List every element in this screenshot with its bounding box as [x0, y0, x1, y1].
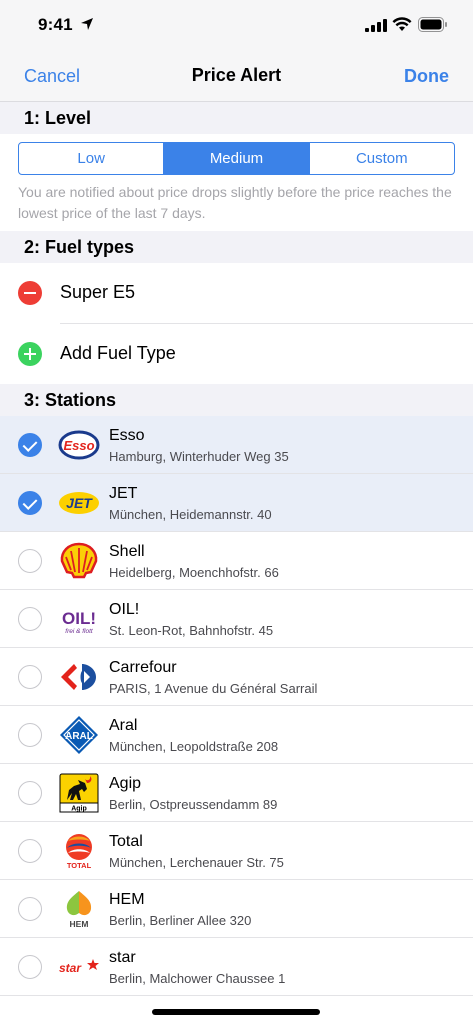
checkmark-circle-icon[interactable]	[18, 491, 42, 515]
fuel-type-row[interactable]: Super E5	[0, 263, 473, 323]
unchecked-circle-icon[interactable]	[18, 549, 42, 573]
station-row[interactable]: TOTAL Total München, Lerchenauer Str. 75	[0, 822, 473, 880]
star-logo-text: star	[59, 961, 82, 975]
station-address: Berlin, Ostpreussendamm 89	[109, 797, 278, 812]
station-row[interactable]: OIL! frei & flott OIL! St. Leon-Rot, Bah…	[0, 590, 473, 648]
level-description: You are notified about price drops sligh…	[18, 184, 452, 221]
location-arrow-icon	[81, 18, 93, 30]
unchecked-circle-icon[interactable]	[18, 781, 42, 805]
jet-logo-text: JET	[66, 495, 93, 511]
cellular-signal-icon	[365, 19, 387, 32]
esso-logo: Esso	[58, 430, 100, 460]
add-circle-icon[interactable]	[18, 342, 42, 366]
unchecked-circle-icon[interactable]	[18, 955, 42, 979]
add-fuel-type-label: Add Fuel Type	[60, 343, 176, 363]
unchecked-circle-icon[interactable]	[18, 897, 42, 921]
agip-logo: Agip	[59, 773, 99, 813]
station-row[interactable]: star star Berlin, Malchower Chaussee 1	[0, 938, 473, 996]
station-row[interactable]: Agip Agip Berlin, Ostpreussendamm 89	[0, 764, 473, 822]
station-address: PARIS, 1 Avenue du Général Sarrail	[109, 681, 318, 696]
station-name: Esso	[109, 427, 145, 444]
station-name: Total	[109, 833, 143, 850]
station-row[interactable]: ARAL Aral München, Leopoldstraße 208	[0, 706, 473, 764]
status-time: 9:41	[38, 15, 73, 34]
page-title: Price Alert	[191, 65, 282, 85]
station-address: München, Leopoldstraße 208	[109, 739, 279, 754]
home-indicator	[152, 1009, 320, 1015]
station-row[interactable]: Shell Heidelberg, Moenchhofstr. 66	[0, 532, 473, 590]
battery-icon	[418, 17, 447, 32]
station-address: München, Lerchenauer Str. 75	[109, 855, 284, 870]
station-address: Heidelberg, Moenchhofstr. 66	[109, 565, 279, 580]
aral-logo: ARAL	[60, 716, 98, 754]
hem-logo: HEM	[66, 891, 92, 929]
aral-logo-text: ARAL	[65, 731, 93, 742]
total-logo: TOTAL	[66, 834, 92, 870]
shell-logo	[60, 542, 98, 579]
star-logo: star	[59, 959, 99, 975]
unchecked-circle-icon[interactable]	[18, 607, 42, 631]
segment-custom[interactable]: Custom	[310, 143, 454, 174]
wifi-icon	[392, 17, 412, 31]
jet-logo: JET	[59, 492, 99, 514]
section-header-level: 1: Level	[0, 102, 473, 134]
station-address: Berlin, Berliner Allee 320	[109, 913, 252, 928]
status-bar: 9:41	[0, 0, 473, 50]
station-address: München, Heidemannstr. 40	[109, 507, 272, 522]
done-button[interactable]: Done	[404, 66, 449, 87]
fuel-type-label: Super E5	[60, 282, 136, 302]
oil-logo-text: OIL!	[62, 609, 96, 628]
segment-medium[interactable]: Medium	[164, 143, 310, 174]
station-row[interactable]: HEM HEM Berlin, Berliner Allee 320	[0, 880, 473, 938]
section-header-stations: 3: Stations	[0, 384, 473, 416]
oil-logo: OIL! frei & flott	[62, 609, 96, 635]
navigation-bar: Cancel Price Alert Done	[0, 50, 473, 102]
station-name: Agip	[109, 775, 142, 792]
unchecked-circle-icon[interactable]	[18, 723, 42, 747]
station-address: Berlin, Malchower Chaussee 1	[109, 971, 286, 986]
station-address: St. Leon-Rot, Bahnhofstr. 45	[109, 623, 274, 638]
section-header-fuel-types: 2: Fuel types	[0, 231, 473, 263]
station-row[interactable]: JET JET München, Heidemannstr. 40	[0, 474, 473, 532]
oil-logo-subtext: frei & flott	[65, 628, 94, 635]
station-name: star	[109, 949, 136, 966]
remove-circle-icon[interactable]	[18, 281, 42, 305]
total-logo-text: TOTAL	[67, 861, 92, 870]
station-row[interactable]: Esso Esso Hamburg, Winterhuder Weg 35	[0, 416, 473, 474]
station-name: OIL!	[109, 601, 140, 618]
level-segmented-control: Low Medium Custom	[18, 142, 455, 175]
station-name: Aral	[109, 717, 138, 734]
station-name: Shell	[109, 543, 145, 560]
esso-logo-text: Esso	[63, 438, 94, 453]
station-name: JET	[109, 485, 138, 502]
station-address: Hamburg, Winterhuder Weg 35	[109, 449, 289, 464]
unchecked-circle-icon[interactable]	[18, 665, 42, 689]
carrefour-logo	[61, 664, 96, 690]
checkmark-circle-icon[interactable]	[18, 433, 42, 457]
agip-logo-text: Agip	[71, 806, 87, 813]
add-fuel-type-row[interactable]: Add Fuel Type	[0, 324, 473, 384]
unchecked-circle-icon[interactable]	[18, 839, 42, 863]
station-name: Carrefour	[109, 659, 177, 676]
segment-low[interactable]: Low	[19, 143, 165, 174]
station-name: HEM	[109, 891, 145, 908]
station-row[interactable]: Carrefour PARIS, 1 Avenue du Général Sar…	[0, 648, 473, 706]
hem-logo-text: HEM	[70, 919, 89, 929]
